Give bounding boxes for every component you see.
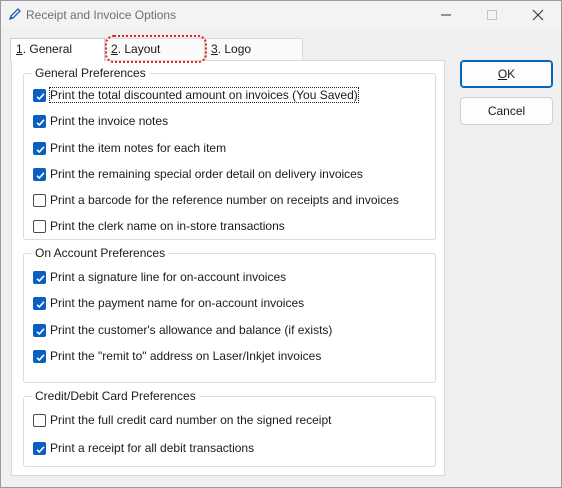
group-title: On Account Preferences (32, 246, 169, 260)
tab-general-mnemonic: 1 (16, 42, 23, 56)
checkbox-box[interactable] (33, 88, 46, 102)
checkbox-special-order[interactable]: Print the remaining special order detail… (33, 166, 363, 182)
checkbox-total-discounted[interactable]: Print the total discounted amount on inv… (33, 87, 359, 103)
minimize-icon (441, 14, 451, 16)
checkbox-box[interactable] (33, 323, 46, 337)
checkmark-icon (36, 118, 45, 126)
tab-general-label: . General (22, 42, 73, 56)
checkmark-icon (36, 92, 45, 100)
tab-logo[interactable]: 3. Logo (205, 38, 303, 60)
ok-mnemonic: O (497, 67, 508, 81)
checkbox-clerk-name[interactable]: Print the clerk name on in-store transac… (33, 218, 285, 234)
group-title: General Preferences (32, 66, 149, 80)
checkbox-label: Print the invoice notes (50, 114, 169, 128)
checkmark-icon (36, 145, 45, 153)
checkbox-barcode[interactable]: Print a barcode for the reference number… (33, 192, 399, 208)
checkbox-box[interactable] (33, 296, 46, 310)
close-button[interactable] (515, 1, 561, 29)
pencil-icon (8, 7, 22, 21)
checkbox-label: Print the customer's allowance and balan… (50, 323, 333, 337)
close-icon (532, 9, 544, 21)
tab-logo-mnemonic: 3 (211, 42, 218, 56)
tab-panel-general: General Preferences On Account Preferenc… (11, 60, 445, 476)
title-bar: Receipt and Invoice Options (1, 1, 561, 29)
checkbox-payment-name[interactable]: Print the payment name for on-account in… (33, 295, 304, 311)
checkbox-label: Print the item notes for each item (50, 141, 227, 155)
checkbox-box[interactable] (33, 141, 46, 155)
group-card-preferences: Credit/Debit Card Preferences (23, 389, 436, 467)
checkbox-box[interactable] (33, 349, 46, 363)
maximize-icon (487, 10, 497, 20)
group-title: Credit/Debit Card Preferences (32, 389, 199, 403)
checkbox-debit-receipt[interactable]: Print a receipt for all debit transactio… (33, 440, 254, 456)
cancel-label: Cancel (487, 104, 526, 118)
checkmark-icon (36, 353, 45, 361)
dialog-window: Receipt and Invoice Options 1. General 2… (0, 0, 562, 488)
checkbox-item-notes[interactable]: Print the item notes for each item (33, 140, 226, 156)
checkmark-icon (36, 327, 45, 335)
checkbox-box[interactable] (33, 413, 46, 427)
checkmark-icon (36, 274, 45, 282)
checkbox-full-card-number[interactable]: Print the full credit card number on the… (33, 412, 331, 428)
checkbox-box[interactable] (33, 114, 46, 128)
cancel-button[interactable]: Cancel (460, 97, 553, 125)
ok-button[interactable]: OK (460, 60, 553, 88)
checkbox-remit-to[interactable]: Print the "remit to" address on Laser/In… (33, 348, 321, 364)
checkbox-box[interactable] (33, 270, 46, 284)
checkbox-label: Print the payment name for on-account in… (50, 296, 305, 310)
checkbox-label: Print the remaining special order detail… (50, 167, 363, 181)
checkbox-invoice-notes[interactable]: Print the invoice notes (33, 113, 168, 129)
checkbox-box[interactable] (33, 441, 46, 455)
ok-label: K (507, 67, 516, 81)
checkmark-icon (36, 171, 45, 179)
checkmark-icon (36, 445, 45, 453)
maximize-button (469, 1, 515, 29)
checkbox-box[interactable] (33, 167, 46, 181)
checkbox-signature-line[interactable]: Print a signature line for on-account in… (33, 269, 286, 285)
minimize-button[interactable] (423, 1, 469, 29)
checkbox-label: Print a signature line for on-account in… (50, 270, 287, 284)
checkbox-label: Print the "remit to" address on Laser/In… (50, 349, 322, 363)
checkbox-label: Print the clerk name on in-store transac… (50, 219, 285, 233)
checkmark-icon (36, 300, 45, 308)
checkbox-label: Print a barcode for the reference number… (50, 193, 399, 207)
checkbox-label: Print the total discounted amount on inv… (49, 87, 359, 103)
checkbox-box[interactable] (33, 219, 46, 233)
checkbox-label: Print the full credit card number on the… (50, 413, 332, 427)
checkbox-box[interactable] (33, 193, 46, 207)
checkbox-label: Print a receipt for all debit transactio… (50, 441, 255, 455)
tab-logo-label: . Logo (217, 42, 252, 56)
layout-tab-highlight (105, 35, 207, 63)
checkbox-allowance-balance[interactable]: Print the customer's allowance and balan… (33, 322, 332, 338)
window-title: Receipt and Invoice Options (26, 8, 177, 22)
tab-general[interactable]: 1. General (10, 38, 105, 62)
